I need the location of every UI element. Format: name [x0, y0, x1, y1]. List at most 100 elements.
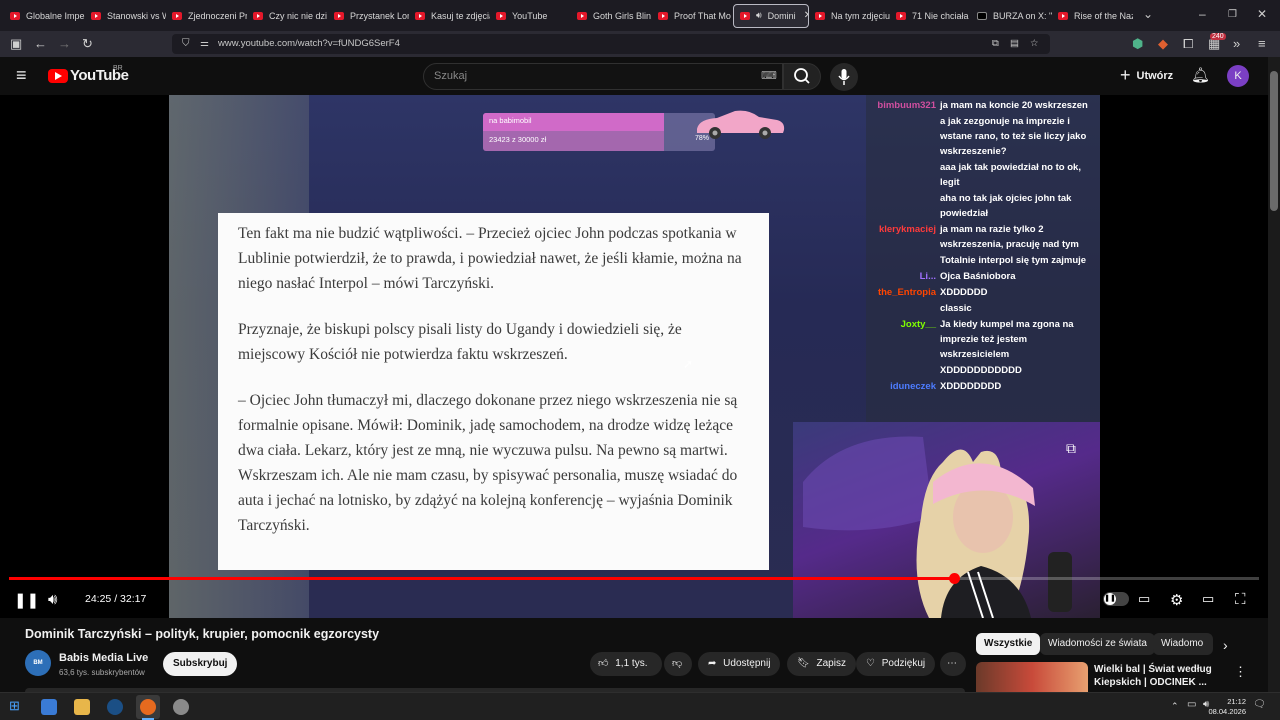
browser-tab[interactable]: Rise of the Naz	[1052, 4, 1133, 28]
extension-shield-icon[interactable]: ⬢	[1132, 36, 1143, 52]
fullscreen-button[interactable]: ⛶	[1235, 591, 1246, 608]
miniplayer-toggle-icon[interactable]: ⧉	[1066, 440, 1076, 457]
tab-audio-icon[interactable]: 🔊︎	[756, 10, 762, 21]
back-icon[interactable]: ←	[34, 36, 47, 51]
chat-text: Ja kiedy kumpel ma zgona na imprezie też…	[940, 319, 1074, 360]
like-button[interactable]: 👍︎ 1,1 tys.	[590, 652, 662, 676]
progress-bar[interactable]	[9, 573, 1259, 584]
close-window-icon[interactable]: ✕	[1257, 7, 1267, 21]
tray-chevron-icon[interactable]: ⌃	[1171, 701, 1179, 712]
browser-tab[interactable]: Przystanek Lon	[328, 4, 409, 28]
youtube-favicon-icon	[253, 11, 263, 20]
next-video-menu-icon[interactable]: ⋮	[1234, 664, 1247, 680]
progress-scrubber[interactable]	[949, 573, 960, 584]
next-video-thumbnail[interactable]	[976, 662, 1088, 692]
search-input[interactable]: Szukaj ⌨	[423, 63, 783, 90]
chip-world-news[interactable]: Wiadomości ze świata	[1040, 633, 1155, 655]
taskbar-app-icon[interactable]	[173, 699, 189, 715]
more-actions-button[interactable]: ⋯	[940, 652, 966, 676]
site-settings-icon[interactable]: ⚌	[200, 34, 209, 54]
share-icon: ➦	[708, 658, 717, 669]
theater-mode-button[interactable]: ▭	[1202, 591, 1214, 607]
youtube-favicon-icon	[10, 11, 20, 20]
dislike-button[interactable]: 👎︎	[664, 652, 692, 676]
taskbar-monitor-icon[interactable]	[41, 699, 57, 715]
browser-tab[interactable]: Czy nic nie dzi	[247, 4, 328, 28]
autoplay-toggle[interactable]: ❚❚	[1103, 592, 1129, 606]
subtitles-icon: ▭	[1138, 591, 1151, 606]
browser-tab[interactable]: Kasuj te zdjęcia	[409, 4, 490, 28]
chip-news[interactable]: Wiadomo	[1153, 633, 1213, 655]
scrollbar-thumb[interactable]	[1270, 71, 1278, 211]
picture-in-picture-icon[interactable]: ⧉	[992, 34, 999, 54]
mute-button[interactable]: 🔊︎	[48, 591, 57, 608]
save-button[interactable]: 🔖︎ Zapisz	[787, 652, 856, 676]
create-label: Utwórz	[1136, 69, 1174, 82]
subtitles-button[interactable]: ▭	[1138, 591, 1150, 607]
url-bar[interactable]: ⛉ ⚌ www.youtube.com/watch?v=fUNDG6SerF4 …	[172, 34, 1050, 54]
channel-avatar[interactable]: BM	[25, 650, 51, 676]
youtube-logo-icon[interactable]	[48, 69, 68, 83]
region-code: BR	[113, 65, 123, 72]
subscribe-button[interactable]: Subskrybuj	[163, 652, 238, 676]
browser-tab[interactable]: Goth Girls Blin	[571, 4, 652, 28]
taskbar-firefox-icon[interactable]	[140, 699, 156, 715]
browser-tab[interactable]: BURZA on X: "	[971, 4, 1052, 28]
browser-tab[interactable]: Zjednoczeni Pr	[166, 4, 247, 28]
reload-icon[interactable]: ↻	[82, 36, 93, 52]
url-text[interactable]: www.youtube.com/watch?v=fUNDG6SerF4	[218, 38, 400, 49]
browser-tab[interactable]: 🔊︎Domini✕	[733, 3, 809, 28]
browser-tab[interactable]: Proof That Mo	[652, 4, 733, 28]
browser-tab[interactable]: YouTube	[490, 4, 571, 28]
network-icon[interactable]: ▭	[1187, 699, 1196, 710]
clock-time: 21:12	[1227, 697, 1246, 706]
windows-taskbar: ⊞ ⌃ ▭ 🔊︎ 21:12 08.04.2026 🗨︎	[0, 692, 1280, 720]
settings-button[interactable]: ⚙	[1170, 591, 1183, 609]
browser-tab[interactable]: 71 Nie chciała	[890, 4, 971, 28]
reader-view-icon[interactable]: ▤	[1010, 34, 1019, 54]
time-display: 24:25 / 32:17	[85, 593, 147, 605]
chip-next-chevron-icon[interactable]: ›	[1223, 637, 1228, 653]
chat-message: the_Entropia XDDDDDD	[866, 285, 1094, 300]
minimize-icon[interactable]: –	[1199, 7, 1206, 21]
extension-fox-icon[interactable]: ◆	[1158, 36, 1168, 52]
chip-all[interactable]: Wszystkie	[976, 633, 1041, 655]
voice-search-button[interactable]	[830, 63, 858, 91]
taskbar-folder-icon[interactable]	[74, 699, 90, 715]
browser-tab[interactable]: Globalne Impe	[4, 4, 85, 28]
restore-icon[interactable]: ❐	[1228, 9, 1237, 20]
tab-list-chevron-icon[interactable]: ⌄	[1143, 7, 1153, 21]
notifications-icon[interactable]: 🗨︎	[1253, 699, 1266, 710]
browser-tab[interactable]: Na tym zdjęciu	[809, 4, 890, 28]
clock[interactable]: 21:12 08.04.2026	[1206, 697, 1246, 717]
keyboard-icon[interactable]: ⌨	[761, 64, 777, 89]
chat-username: iduneczek	[890, 381, 936, 392]
bookmark-star-icon[interactable]: ☆	[1030, 34, 1039, 54]
sidebar-toggle-icon[interactable]: ▣	[10, 36, 22, 52]
chat-message: aaa jak tak powiedział no to ok, legit	[866, 160, 1094, 190]
video-player[interactable]: na babimobil 23423 z 30000 zł 78% Ten fa…	[0, 95, 1268, 618]
notifications-bell-icon[interactable]: 🔔︎	[1191, 66, 1210, 84]
channel-name[interactable]: Babis Media Live	[59, 652, 148, 664]
browser-tab[interactable]: Stanowski vs W	[85, 4, 166, 28]
windows-start-icon[interactable]: ⊞	[9, 698, 20, 714]
pause-button[interactable]: ❚❚	[14, 591, 39, 609]
guide-menu-icon[interactable]: ≡	[16, 65, 27, 86]
avatar[interactable]: K	[1227, 65, 1249, 87]
pause-icon: ❚❚	[14, 592, 40, 609]
tab-label: Czy nic nie dzi	[269, 10, 328, 21]
overflow-chevron-icon[interactable]: »	[1233, 36, 1240, 51]
create-button[interactable]: + Utwórz	[1120, 65, 1173, 86]
next-video-title[interactable]: Wielki bal | Świat według Kiepskich | OD…	[1094, 663, 1224, 689]
youtube-favicon-icon	[896, 11, 906, 20]
extensions-puzzle-icon[interactable]: ⧠	[1183, 36, 1193, 52]
share-button[interactable]: ➦ Udostępnij	[698, 652, 781, 676]
taskbar-steam-icon[interactable]	[107, 699, 123, 715]
search-button[interactable]	[783, 63, 821, 90]
shield-icon[interactable]: ⛉	[182, 34, 190, 54]
page-scrollbar[interactable]	[1268, 57, 1280, 692]
thanks-button[interactable]: ♡ Podziękuj	[856, 652, 936, 676]
youtube-favicon-icon	[91, 11, 101, 20]
forward-icon[interactable]: →	[58, 36, 71, 51]
app-menu-icon[interactable]: ≡	[1258, 36, 1266, 51]
